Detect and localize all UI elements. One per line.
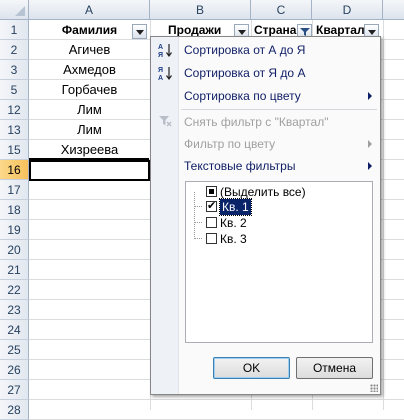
menu-sort-za[interactable]: Сортировка от Я до А xyxy=(178,62,380,84)
menu-text-filters[interactable]: Текстовые фильтры xyxy=(178,155,380,177)
checkbox-select-all[interactable] xyxy=(206,186,217,197)
row-header[interactable]: 2 xyxy=(0,40,29,60)
row-header[interactable]: 22 xyxy=(0,280,29,300)
menu-filter-by-color-label: Фильтр по цвету xyxy=(184,137,276,151)
row-header[interactable]: 24 xyxy=(0,320,29,340)
row-header[interactable]: 27 xyxy=(0,380,29,400)
submenu-arrow-icon xyxy=(368,162,372,170)
menu-text-filters-label: Текстовые фильтры xyxy=(184,159,296,173)
column-header-d[interactable]: D xyxy=(312,0,383,20)
column-header-a[interactable]: A xyxy=(29,0,150,20)
cell-a15[interactable]: Хизреева xyxy=(29,140,150,160)
svg-text:Я: Я xyxy=(158,67,163,74)
svg-text:А: А xyxy=(158,75,163,81)
menu-icon-strip xyxy=(151,37,179,394)
clear-filter-icon xyxy=(159,116,172,127)
row-header[interactable]: 17 xyxy=(0,180,29,200)
submenu-arrow-icon xyxy=(368,92,372,100)
row-header[interactable]: 18 xyxy=(0,200,29,220)
row-header[interactable]: 25 xyxy=(0,340,29,360)
select-all-corner[interactable] xyxy=(0,0,29,20)
svg-text:А: А xyxy=(158,44,163,51)
tree-line xyxy=(194,222,202,224)
autofilter-menu: А Я Сортировка от А до Я Я А Сортировка … xyxy=(150,36,381,395)
row-header[interactable]: 19 xyxy=(0,220,29,240)
filter-dropdown-familiya[interactable] xyxy=(132,24,147,39)
menu-sort-by-color[interactable]: Сортировка по цвету xyxy=(178,85,380,107)
cell-a13[interactable]: Лим xyxy=(29,120,150,140)
menu-clear-filter[interactable]: Снять фильтр с "Квартал" xyxy=(178,111,380,133)
row-header[interactable]: 26 xyxy=(0,360,29,380)
menu-sort-by-color-label: Сортировка по цвету xyxy=(184,89,301,103)
row-header[interactable]: 21 xyxy=(0,260,29,280)
checkbox-kv1[interactable] xyxy=(206,198,217,214)
row-header[interactable]: 20 xyxy=(0,240,29,260)
column-header-e[interactable] xyxy=(383,0,404,20)
sort-az-icon: А Я xyxy=(158,44,172,58)
column-header-c[interactable]: C xyxy=(251,0,312,20)
row-header[interactable]: 15 xyxy=(0,140,29,160)
menu-sort-az[interactable]: Сортировка от А до Я xyxy=(178,39,380,61)
cancel-button[interactable]: Отмена xyxy=(296,357,373,379)
active-cell-a16[interactable] xyxy=(29,160,150,181)
cell-a3[interactable]: Ахмедов xyxy=(29,60,150,80)
ok-button[interactable]: OK xyxy=(213,357,290,379)
cell-a5[interactable]: Горбачев xyxy=(29,80,150,100)
filter-values-list[interactable]: (Выделить все) Кв. 1 Кв. 2 Кв. 3 xyxy=(185,181,373,343)
menu-separator xyxy=(181,109,377,110)
checkbox-kv2[interactable] xyxy=(206,217,217,228)
row-header[interactable]: 28 xyxy=(0,400,29,420)
sort-za-icon: Я А xyxy=(158,67,172,81)
cell-a12[interactable]: Лим xyxy=(29,100,150,120)
filter-item-label: Кв. 3 xyxy=(220,232,247,246)
row-header[interactable]: 13 xyxy=(0,120,29,140)
resize-grip-icon[interactable] xyxy=(370,384,378,392)
checkbox-kv3[interactable] xyxy=(206,233,217,244)
table-row xyxy=(29,400,404,420)
cell-a2[interactable]: Агичев xyxy=(29,40,150,60)
filter-item-label: Кв. 1 xyxy=(219,198,252,216)
row-header[interactable]: 16 xyxy=(0,160,29,180)
tree-line xyxy=(194,206,202,208)
row-header[interactable]: 12 xyxy=(0,100,29,120)
row-header[interactable]: 23 xyxy=(0,300,29,320)
row-header[interactable]: 3 xyxy=(0,60,29,80)
filter-item-label: Кв. 2 xyxy=(220,216,247,230)
tree-line xyxy=(194,192,196,239)
menu-filter-by-color[interactable]: Фильтр по цвету xyxy=(178,133,380,155)
column-header-b[interactable]: B xyxy=(150,0,251,20)
row-header[interactable]: 5 xyxy=(0,80,29,100)
tree-line xyxy=(194,238,202,240)
svg-text:Я: Я xyxy=(158,52,163,58)
filter-item-label: (Выделить все) xyxy=(220,185,306,199)
row-header[interactable]: 1 xyxy=(0,20,29,40)
submenu-arrow-icon xyxy=(368,140,372,148)
